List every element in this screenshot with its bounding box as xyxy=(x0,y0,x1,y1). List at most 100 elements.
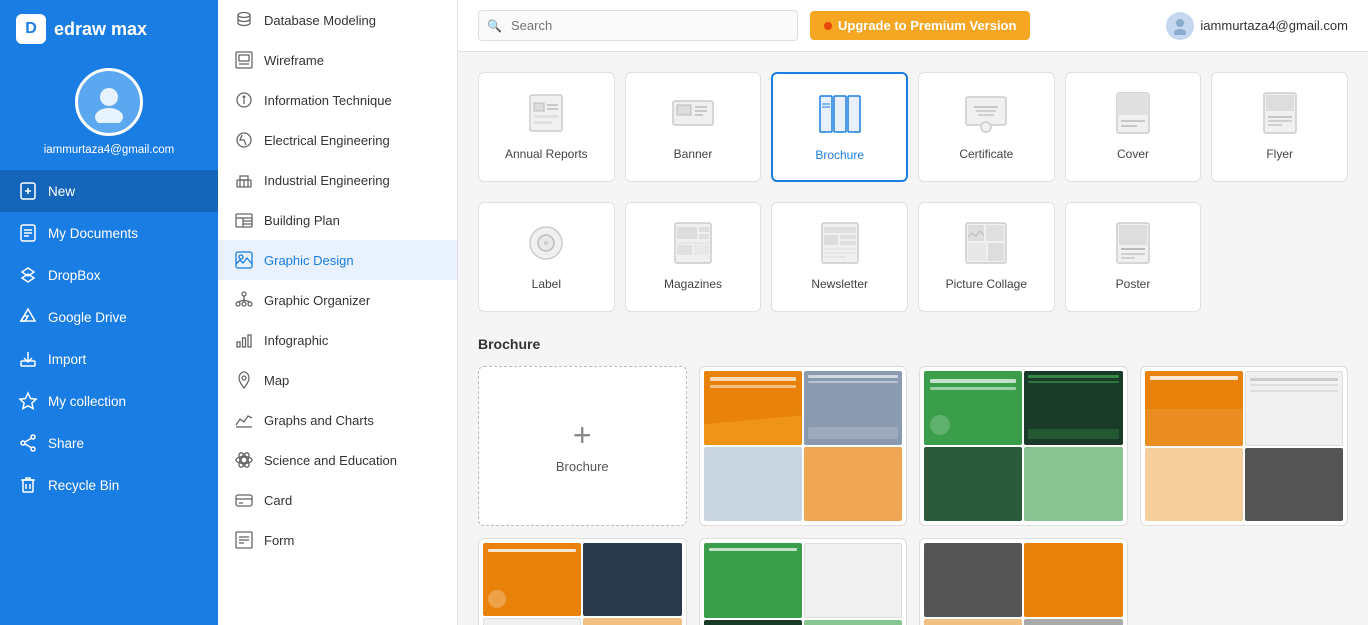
user-avatar-svg xyxy=(1171,17,1189,35)
poster-label: Poster xyxy=(1116,277,1151,291)
top-bar: 🔍 Upgrade to Premium Version iammurtaza4… xyxy=(458,0,1368,52)
brochure-icon xyxy=(816,90,864,138)
template-card-cover[interactable]: Cover xyxy=(1065,72,1202,182)
category-item-infographic[interactable]: Infographic xyxy=(218,320,457,360)
sidebar-item-new-label: New xyxy=(48,184,75,199)
sidebar-item-my-documents[interactable]: My Documents xyxy=(0,212,218,254)
template-card-flyer[interactable]: Flyer xyxy=(1211,72,1348,182)
brand-name: edraw max xyxy=(54,19,147,40)
industrial-engineering-icon xyxy=(234,170,254,190)
placeholder-cell xyxy=(1211,202,1348,312)
flyer-label: Flyer xyxy=(1266,147,1293,161)
category-item-graphs-and-charts-label: Graphs and Charts xyxy=(264,413,374,428)
brochure-template-2[interactable] xyxy=(919,366,1128,526)
upgrade-label: Upgrade to Premium Version xyxy=(838,18,1016,33)
template-type-grid: Annual Reports Banner xyxy=(478,72,1348,182)
upgrade-button[interactable]: Upgrade to Premium Version xyxy=(810,11,1030,40)
sidebar-item-my-documents-label: My Documents xyxy=(48,226,138,241)
left-sidebar: D edraw max iammurtaza4@gmail.com New xyxy=(0,0,218,625)
brochure-section-title: Brochure xyxy=(478,336,1348,352)
sidebar-item-google-drive[interactable]: Google Drive xyxy=(0,296,218,338)
category-item-graphs-and-charts[interactable]: Graphs and Charts xyxy=(218,400,457,440)
category-item-graphic-design[interactable]: Graphic Design xyxy=(218,240,457,280)
category-item-form[interactable]: Form xyxy=(218,520,457,560)
category-item-science-and-education-label: Science and Education xyxy=(264,453,397,468)
form-icon xyxy=(234,530,254,550)
template-card-picture-collage[interactable]: Picture Collage xyxy=(918,202,1055,312)
category-item-wireframe[interactable]: Wireframe xyxy=(218,40,457,80)
cover-icon xyxy=(1109,89,1157,137)
search-input[interactable] xyxy=(478,10,798,41)
category-item-graphic-organizer-label: Graphic Organizer xyxy=(264,293,370,308)
graphs-and-charts-icon xyxy=(234,410,254,430)
annual-reports-icon xyxy=(522,89,570,137)
upgrade-dot xyxy=(824,22,832,30)
brochure-new-card[interactable]: + Brochure xyxy=(478,366,687,526)
label-icon xyxy=(522,219,570,267)
category-item-building-plan[interactable]: Building Plan xyxy=(218,200,457,240)
sidebar-item-share[interactable]: Share xyxy=(0,422,218,464)
science-and-education-icon xyxy=(234,450,254,470)
category-item-infographic-label: Infographic xyxy=(264,333,328,348)
brochure-label: Brochure xyxy=(815,148,864,162)
category-item-graphic-organizer[interactable]: Graphic Organizer xyxy=(218,280,457,320)
brochure-template-4[interactable] xyxy=(478,538,687,625)
poster-icon xyxy=(1109,219,1157,267)
category-item-card-label: Card xyxy=(264,493,292,508)
template-card-banner[interactable]: Banner xyxy=(625,72,762,182)
newsletter-icon xyxy=(816,219,864,267)
sidebar-item-import[interactable]: Import xyxy=(0,338,218,380)
graphic-design-icon xyxy=(234,250,254,270)
category-item-database-modeling[interactable]: Database Modeling xyxy=(218,0,457,40)
picture-collage-label: Picture Collage xyxy=(946,277,1027,291)
brochure-template-1[interactable] xyxy=(699,366,908,526)
template-card-poster[interactable]: Poster xyxy=(1065,202,1202,312)
category-item-science-and-education[interactable]: Science and Education xyxy=(218,440,457,480)
sidebar-navigation: New My Documents DropBox Google Drive xyxy=(0,170,218,625)
my-collection-icon xyxy=(18,391,38,411)
template-card-label[interactable]: Label xyxy=(478,202,615,312)
electrical-engineering-icon xyxy=(234,130,254,150)
category-item-electrical-engineering-label: Electrical Engineering xyxy=(264,133,390,148)
template-type-grid-2: Label Magazines xyxy=(478,202,1348,312)
building-plan-icon xyxy=(234,210,254,230)
category-item-form-label: Form xyxy=(264,533,294,548)
template-card-newsletter[interactable]: Newsletter xyxy=(771,202,908,312)
template-card-magazines[interactable]: Magazines xyxy=(625,202,762,312)
label-label: Label xyxy=(532,277,561,291)
brochure-template-5[interactable] xyxy=(699,538,908,625)
template-card-annual-reports[interactable]: Annual Reports xyxy=(478,72,615,182)
sidebar-item-import-label: Import xyxy=(48,352,86,367)
sidebar-item-new[interactable]: New xyxy=(0,170,218,212)
template-card-certificate[interactable]: Certificate xyxy=(918,72,1055,182)
sidebar-item-my-collection[interactable]: My collection xyxy=(0,380,218,422)
category-item-card[interactable]: Card xyxy=(218,480,457,520)
brand-header: D edraw max xyxy=(0,0,218,58)
category-item-electrical-engineering[interactable]: Electrical Engineering xyxy=(218,120,457,160)
category-item-map[interactable]: Map xyxy=(218,360,457,400)
user-profile: iammurtaza4@gmail.com xyxy=(0,58,218,170)
search-icon: 🔍 xyxy=(487,19,502,33)
avatar xyxy=(75,68,143,136)
sidebar-item-dropbox[interactable]: DropBox xyxy=(0,254,218,296)
my-documents-icon xyxy=(18,223,38,243)
card-icon xyxy=(234,490,254,510)
scrollable-content: Annual Reports Banner xyxy=(458,52,1368,625)
certificate-label: Certificate xyxy=(959,147,1013,161)
category-item-building-plan-label: Building Plan xyxy=(264,213,340,228)
category-item-information-technique[interactable]: Information Technique xyxy=(218,80,457,120)
category-item-wireframe-label: Wireframe xyxy=(264,53,324,68)
newsletter-label: Newsletter xyxy=(811,277,868,291)
brochure-template-grid: + Brochure xyxy=(478,366,1348,625)
brand-icon: D xyxy=(16,14,46,44)
category-item-database-modeling-label: Database Modeling xyxy=(264,13,376,28)
brochure-template-3[interactable] xyxy=(1140,366,1349,526)
brochure-template-6[interactable] xyxy=(919,538,1128,625)
user-email: iammurtaza4@gmail.com xyxy=(44,144,175,156)
sidebar-item-recycle-bin[interactable]: Recycle Bin xyxy=(0,464,218,506)
category-item-information-technique-label: Information Technique xyxy=(264,93,392,108)
template-card-brochure[interactable]: Brochure xyxy=(771,72,908,182)
category-item-map-label: Map xyxy=(264,373,289,388)
category-item-industrial-engineering[interactable]: Industrial Engineering xyxy=(218,160,457,200)
new-icon xyxy=(18,181,38,201)
